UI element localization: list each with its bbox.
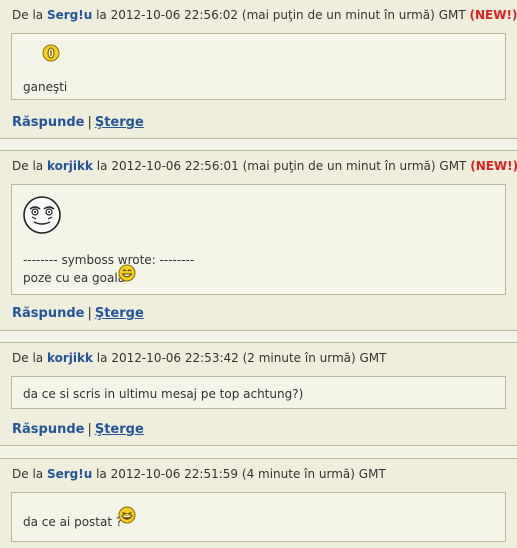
at-label: la — [96, 467, 107, 481]
comment-post: De la Serg!u la 2012-10-06 22:56:02 (mai… — [0, 0, 517, 139]
comment-date: 2012-10-06 22:56:01 — [111, 159, 238, 173]
comment-date: 2012-10-06 22:53:42 — [111, 351, 238, 365]
comment-body: -------- symboss wrote: -------- poze cu… — [11, 184, 506, 295]
comment-relative-time: (2 minute în urmă) — [243, 351, 356, 365]
from-label: De la — [12, 159, 43, 173]
comment-date: 2012-10-06 22:51:59 — [111, 467, 238, 481]
comment-header: De la Serg!u la 2012-10-06 22:51:59 (4 m… — [12, 467, 386, 481]
comment-body: ganeşti — [11, 33, 506, 100]
new-badge: (NEW!) — [470, 159, 517, 173]
comment-header: De la korjikk la 2012-10-06 22:53:42 (2 … — [12, 351, 386, 365]
comment-body: da ce ai postat ? — [11, 492, 506, 542]
comment-relative-time: (mai puţin de un minut în urmă) — [242, 8, 435, 22]
laughing-smiley-icon — [118, 506, 136, 524]
comment-text: da ce ai postat ? — [23, 515, 122, 529]
from-label: De la — [12, 351, 43, 365]
new-badge: (NEW!) — [470, 8, 517, 22]
timezone-label: GMT — [439, 8, 466, 22]
comment-header: De la Serg!u la 2012-10-06 22:56:02 (mai… — [12, 8, 517, 22]
at-label: la — [97, 351, 108, 365]
at-label: la — [97, 159, 108, 173]
comment-relative-time: (4 minute în urmă) — [242, 467, 355, 481]
author-link[interactable]: korjikk — [47, 159, 93, 173]
comment-text: ganeşti — [23, 80, 67, 94]
reply-link[interactable]: Răspunde — [12, 422, 84, 437]
author-link[interactable]: korjikk — [47, 351, 93, 365]
comment-header: De la korjikk la 2012-10-06 22:56:01 (ma… — [12, 159, 517, 173]
comment-actions: Răspunde|Şterge — [12, 306, 144, 321]
timezone-label: GMT — [360, 351, 387, 365]
comment-post: De la Serg!u la 2012-10-06 22:51:59 (4 m… — [0, 458, 517, 548]
from-label: De la — [12, 8, 43, 22]
reply-link[interactable]: Răspunde — [12, 306, 84, 321]
comment-relative-time: (mai puţin de un minut în urmă) — [243, 159, 436, 173]
at-label: la — [96, 8, 107, 22]
comment-actions: Răspunde|Şterge — [12, 115, 144, 130]
comment-date: 2012-10-06 22:56:02 — [111, 8, 238, 22]
delete-link[interactable]: Şterge — [95, 115, 144, 130]
author-link[interactable]: Serg!u — [47, 467, 92, 481]
timezone-label: GMT — [359, 467, 386, 481]
delete-link[interactable]: Şterge — [95, 306, 144, 321]
grin-smiley-icon — [118, 264, 136, 282]
comment-actions: Răspunde|Şterge — [12, 422, 144, 437]
comment-body: da ce si scris in ultimu mesaj pe top ac… — [11, 376, 506, 409]
timezone-label: GMT — [439, 159, 466, 173]
comment-post: De la korjikk la 2012-10-06 22:56:01 (ma… — [0, 150, 517, 331]
wink-smiley-icon — [42, 44, 60, 62]
author-link[interactable]: Serg!u — [47, 8, 92, 22]
comment-post: De la korjikk la 2012-10-06 22:53:42 (2 … — [0, 342, 517, 446]
quote-header: -------- symboss wrote: -------- — [23, 253, 194, 267]
delete-link[interactable]: Şterge — [95, 422, 144, 437]
reply-link[interactable]: Răspunde — [12, 115, 84, 130]
from-label: De la — [12, 467, 43, 481]
me-gusta-face-icon — [22, 195, 62, 235]
comment-text: da ce si scris in ultimu mesaj pe top ac… — [23, 387, 303, 401]
comment-text: poze cu ea goala — [23, 271, 125, 285]
